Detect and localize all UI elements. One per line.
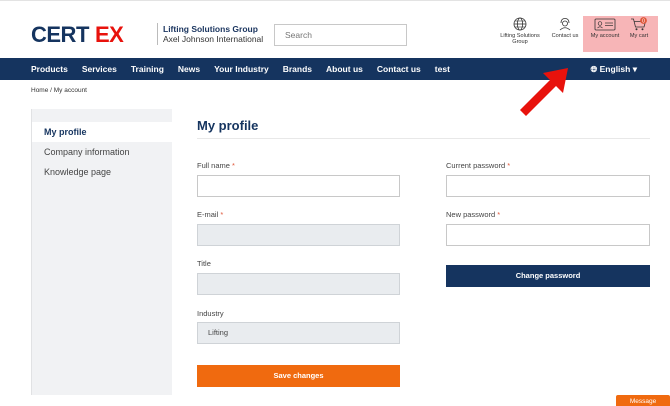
svg-text:CERT: CERT	[31, 23, 90, 45]
full-name-label-text: Full name	[197, 161, 230, 170]
logo-tagline: Lifting Solutions Group Axel Johnson Int…	[163, 24, 263, 44]
nav-item-your-industry[interactable]: Your Industry	[214, 64, 269, 74]
logo-divider	[157, 23, 158, 45]
lifting-solutions-label: Lifting Solutions Group	[500, 33, 540, 45]
email-label: E-mail *	[197, 210, 223, 219]
nav-item-contact-us[interactable]: Contact us	[377, 64, 421, 74]
new-password-label-text: New password	[446, 210, 496, 219]
certex-logo-icon: CERT EX	[31, 23, 125, 45]
current-password-field[interactable]	[446, 175, 650, 197]
email-field[interactable]	[197, 224, 400, 246]
nav-item-test[interactable]: test	[435, 64, 450, 74]
language-selector[interactable]: 🌐︎ English ▾	[590, 64, 637, 75]
current-password-label-text: Current password	[446, 161, 506, 170]
nav-item-brands[interactable]: Brands	[283, 64, 312, 74]
nav-item-news[interactable]: News	[178, 64, 200, 74]
tagline-group: Lifting Solutions Group	[163, 24, 258, 34]
tagline-parent: Axel Johnson International	[163, 34, 264, 44]
breadcrumb[interactable]: Home / My account	[31, 87, 87, 94]
my-cart-link[interactable]: 0 My cart	[626, 17, 652, 39]
message-chat-tab[interactable]: Message	[616, 395, 670, 406]
sidebar-item-my-profile[interactable]: My profile	[32, 122, 172, 142]
nav-item-products[interactable]: Products	[31, 64, 68, 74]
required-mark: *	[232, 161, 235, 170]
contact-link[interactable]: Contact us	[548, 17, 582, 39]
brand-logo[interactable]: CERT EX Lifting Solutions Group Axel Joh…	[31, 23, 263, 45]
language-globe-icon: 🌐︎	[590, 64, 598, 74]
title-label: Title	[197, 259, 211, 268]
required-mark: *	[497, 210, 501, 219]
lifting-solutions-link[interactable]: Lifting Solutions Group	[498, 17, 542, 45]
nav-item-services[interactable]: Services	[82, 64, 117, 74]
nav-item-about-us[interactable]: About us	[326, 64, 363, 74]
nav-item-training[interactable]: Training	[131, 64, 164, 74]
cart-count-badge: 0	[642, 18, 645, 24]
my-account-link[interactable]: My account	[587, 17, 623, 39]
title-divider	[197, 138, 650, 139]
current-password-label: Current password *	[446, 161, 510, 170]
change-password-button[interactable]: Change password	[446, 265, 650, 287]
cart-icon: 0	[631, 17, 647, 31]
svg-text:EX: EX	[95, 23, 124, 45]
sidebar-item-company-information[interactable]: Company information	[32, 142, 172, 162]
search-input[interactable]	[274, 24, 407, 46]
my-account-label: My account	[590, 33, 620, 39]
red-arrow-annotation	[520, 68, 568, 116]
chevron-down-icon: ▾	[632, 64, 637, 74]
save-changes-button[interactable]: Save changes	[197, 365, 400, 387]
new-password-label: New password *	[446, 210, 500, 219]
language-label: English	[599, 64, 631, 74]
contact-person-icon	[559, 18, 571, 31]
title-field[interactable]	[197, 273, 400, 295]
email-label-text: E-mail	[197, 210, 219, 219]
account-sidebar: My profile Company information Knowledge…	[31, 109, 172, 395]
required-mark: *	[507, 161, 511, 170]
industry-label: Industry	[197, 309, 224, 318]
full-name-label: Full name *	[197, 161, 235, 170]
globe-icon	[513, 17, 527, 31]
full-name-field[interactable]	[197, 175, 400, 197]
my-cart-label: My cart	[629, 33, 649, 39]
industry-field[interactable]: Lifting	[197, 322, 400, 344]
required-mark: *	[220, 210, 224, 219]
page-title: My profile	[197, 118, 259, 133]
sidebar-item-knowledge-page[interactable]: Knowledge page	[32, 162, 172, 182]
new-password-field[interactable]	[446, 224, 650, 246]
site-header: CERT EX Lifting Solutions Group Axel Joh…	[0, 0, 670, 58]
contact-label: Contact us	[551, 33, 579, 39]
account-card-icon	[594, 18, 616, 31]
